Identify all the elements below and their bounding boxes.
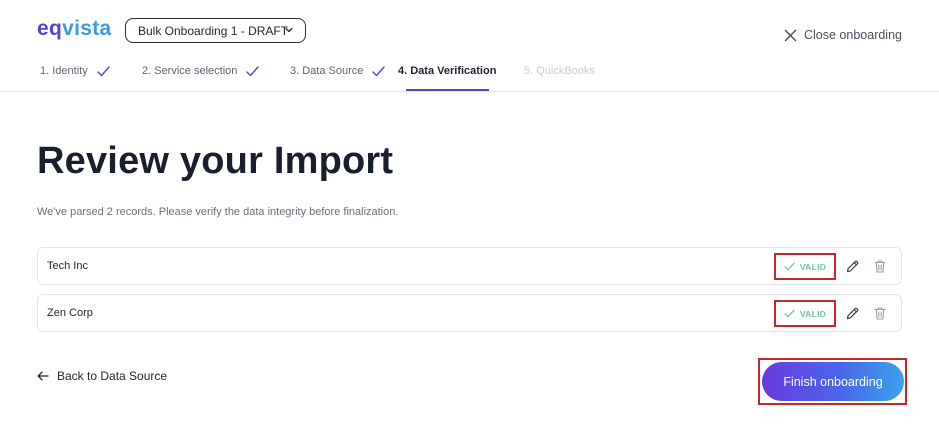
- eqvista-logo[interactable]: eqvista: [37, 17, 111, 41]
- onboarding-draft-select[interactable]: Bulk Onboarding 1 - DRAFT: [125, 18, 306, 43]
- back-to-data-source-link[interactable]: Back to Data Source: [37, 369, 167, 383]
- check-icon: [784, 262, 795, 271]
- step-label: 1. Identity: [40, 65, 88, 77]
- valid-status-badge: VALID: [774, 253, 836, 280]
- page-subtitle: We've parsed 2 records. Please verify th…: [37, 206, 399, 218]
- active-step-indicator: [406, 89, 489, 91]
- finish-button-label: Finish onboarding: [783, 374, 883, 389]
- step-data-verification[interactable]: 4. Data Verification: [398, 65, 496, 77]
- page-title: Review your Import: [37, 140, 394, 182]
- step-identity[interactable]: 1. Identity: [40, 65, 110, 77]
- step-label: 3. Data Source: [290, 65, 364, 77]
- record-name: Zen Corp: [47, 307, 93, 319]
- record-name: Tech Inc: [47, 260, 88, 272]
- step-label: 4. Data Verification: [398, 65, 497, 77]
- checkmark-icon: [246, 65, 260, 76]
- close-onboarding-button[interactable]: Close onboarding: [784, 28, 902, 42]
- close-icon: [784, 29, 797, 41]
- onboarding-steps: 1. Identity 2. Service selection 3. Data…: [0, 58, 939, 92]
- close-onboarding-label: Close onboarding: [804, 28, 902, 42]
- record-row: Zen Corp VALID: [37, 294, 902, 332]
- step-label: 2. Service selection: [142, 65, 238, 77]
- check-icon: [784, 309, 795, 318]
- record-row: Tech Inc VALID: [37, 247, 902, 285]
- step-service-selection[interactable]: 2. Service selection: [142, 65, 260, 77]
- status-text: VALID: [799, 308, 827, 319]
- logo-text-part1: eq: [37, 17, 63, 40]
- edit-icon[interactable]: [845, 306, 860, 321]
- step-quickbooks: 5. QuickBooks: [524, 65, 595, 77]
- logo-text-part2: vista: [62, 17, 112, 40]
- trash-icon[interactable]: [873, 259, 887, 274]
- checkmark-icon: [97, 65, 110, 76]
- valid-status-badge: VALID: [774, 300, 836, 327]
- arrow-left-icon: [37, 371, 49, 381]
- status-text: VALID: [799, 261, 827, 272]
- finish-onboarding-button[interactable]: Finish onboarding: [762, 362, 904, 401]
- draft-select-value: Bulk Onboarding 1 - DRAFT: [138, 23, 289, 38]
- step-label: 5. QuickBooks: [524, 65, 595, 77]
- step-data-source[interactable]: 3. Data Source: [290, 65, 386, 77]
- back-link-label: Back to Data Source: [57, 369, 168, 383]
- checkmark-icon: [372, 65, 386, 76]
- chevron-down-icon: [285, 27, 293, 33]
- trash-icon[interactable]: [873, 306, 887, 321]
- edit-icon[interactable]: [845, 259, 860, 274]
